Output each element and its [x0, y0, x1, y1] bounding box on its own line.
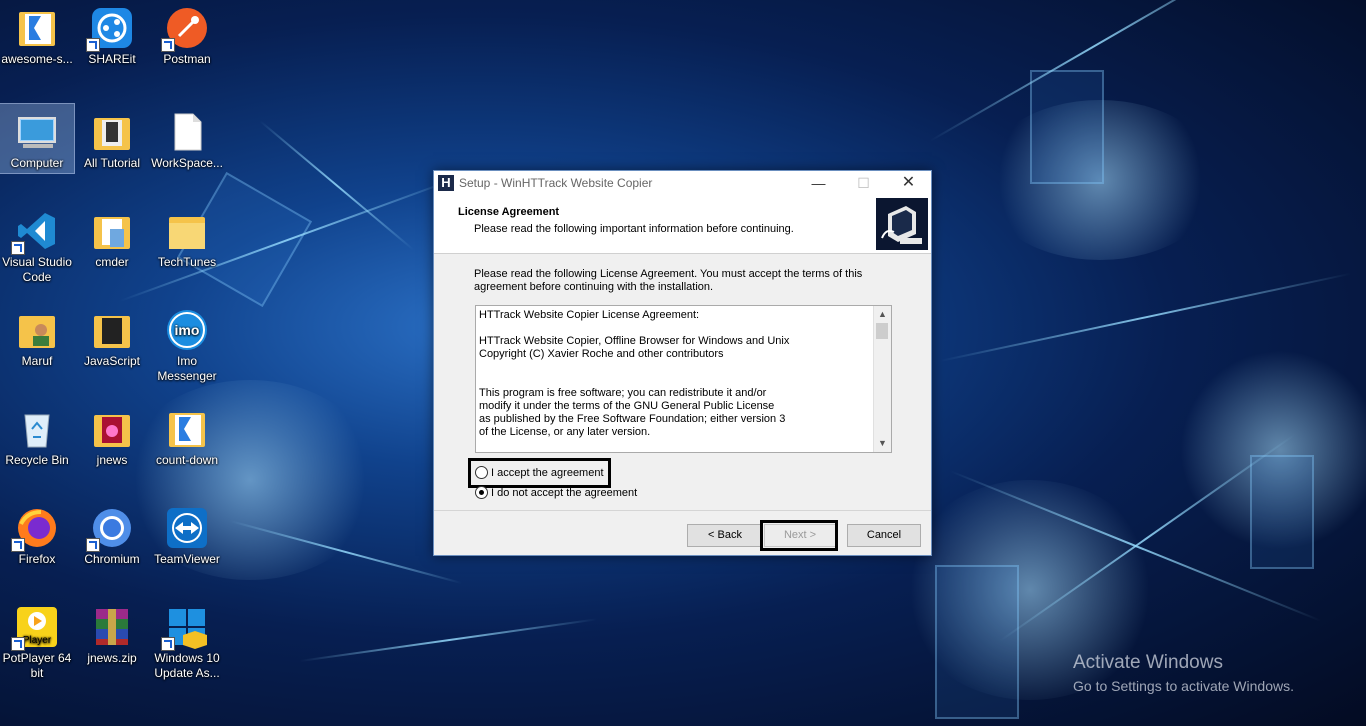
desktop-icon-label: Computer	[10, 156, 64, 170]
desktop-icon-label: WorkSpace...	[151, 156, 223, 170]
kotlin-folder-icon	[19, 12, 55, 46]
kotlin-folder-icon	[169, 413, 205, 447]
desktop-icon-teamviewer[interactable]: TeamViewer	[150, 500, 224, 567]
desktop-icon-label: Recycle Bin	[5, 453, 69, 467]
desktop-icon-label: Maruf	[21, 354, 53, 368]
decline-agreement-radio[interactable]: I do not accept the agreement	[475, 486, 637, 499]
minimize-button[interactable]: —	[796, 171, 841, 195]
cancel-button[interactable]: Cancel	[847, 524, 921, 547]
file-icon	[174, 113, 202, 151]
watermark-subtitle: Go to Settings to activate Windows.	[1073, 678, 1294, 694]
desktop-icon-label: Firefox	[18, 552, 56, 566]
desktop-icon-label: awesome-s...	[1, 52, 73, 66]
httrack-app-icon: H	[438, 175, 454, 191]
recycle-bin-icon	[24, 414, 50, 448]
desktop-icon-recycle-bin[interactable]: Recycle Bin	[0, 401, 74, 468]
installer-logo-icon	[876, 198, 928, 250]
license-textarea[interactable]: HTTrack Website Copier License Agreement…	[475, 305, 892, 453]
footer-divider	[434, 510, 931, 511]
imo-icon: imo	[167, 310, 207, 350]
close-icon: ✕	[901, 174, 916, 191]
dialog-titlebar[interactable]: H Setup - WinHTTrack Website Copier — ☐ …	[434, 171, 931, 195]
folder-icon	[94, 415, 130, 447]
watermark-title: Activate Windows	[1073, 652, 1223, 673]
desktop-icon-maruf[interactable]: Maruf	[0, 302, 74, 369]
desktop-icon-count-down[interactable]: count-down	[150, 401, 224, 468]
desktop-icon-cmder[interactable]: cmder	[75, 203, 149, 270]
accept-radio-label[interactable]: I accept the agreement	[491, 467, 604, 479]
desktop-icon-label: Postman	[163, 52, 211, 66]
desktop-icon-label: jnews	[96, 453, 128, 467]
maximize-button: ☐	[841, 171, 886, 195]
scroll-down-icon[interactable]: ▼	[874, 435, 891, 452]
desktop-icon-label: Imo Messenger	[157, 354, 217, 383]
desktop-icon-label: TeamViewer	[154, 552, 220, 566]
maximize-icon: ☐	[857, 175, 870, 191]
desktop-icon-label: count-down	[155, 453, 219, 467]
desktop-icon-label: cmder	[95, 255, 129, 269]
desktop-icon-label: TechTunes	[157, 255, 217, 269]
desktop-icon-all-tutorial[interactable]: All Tutorial	[75, 104, 149, 171]
desktop-icon-label: JavaScript	[83, 354, 141, 368]
setup-dialog: H Setup - WinHTTrack Website Copier — ☐ …	[433, 170, 932, 556]
license-scrollbar[interactable]: ▲ ▼	[873, 306, 891, 452]
decline-radio-label[interactable]: I do not accept the agreement	[491, 487, 637, 499]
desktop-icon-label: Visual Studio Code	[2, 255, 72, 284]
decline-radio-circle[interactable]	[475, 486, 488, 499]
minimize-icon: —	[811, 175, 826, 191]
desktop-icon-vscode[interactable]: Visual Studio Code	[0, 203, 74, 285]
desktop-icon-jnews-zip[interactable]: jnews.zip	[75, 599, 149, 666]
activate-windows-watermark: Activate Windows Go to Settings to activ…	[1073, 652, 1294, 694]
desktop-icon-workspace[interactable]: WorkSpace...	[150, 104, 224, 171]
winrar-icon	[96, 609, 128, 645]
license-text: HTTrack Website Copier License Agreement…	[479, 309, 790, 438]
desktop-icon-label: SHAREit	[88, 52, 136, 66]
back-button[interactable]: < Back	[687, 524, 763, 547]
svg-text:imo: imo	[175, 322, 200, 338]
computer-icon	[18, 117, 56, 148]
dialog-title: Setup - WinHTTrack Website Copier	[459, 176, 653, 190]
desktop-icon-computer[interactable]: Computer	[0, 103, 75, 174]
scroll-thumb[interactable]	[876, 323, 888, 339]
intro-text: Please read the following License Agreem…	[474, 268, 863, 293]
folder-icon	[94, 217, 130, 249]
desktop-icon-label: All Tutorial	[83, 156, 141, 170]
desktop-icon-postman[interactable]: Postman	[150, 0, 224, 67]
teamviewer-icon	[167, 508, 207, 548]
desktop-icon-label: Chromium	[84, 552, 140, 566]
desktop-icon-awesome[interactable]: awesome-s...	[0, 0, 74, 67]
page-title: License Agreement	[458, 206, 560, 218]
desktop-icon-label: jnews.zip	[87, 651, 137, 665]
desktop-icon-imo[interactable]: imo Imo Messenger	[150, 302, 224, 384]
desktop-icon-label: Windows 10 Update As...	[154, 651, 220, 680]
desktop-icon-techtunes[interactable]: TechTunes	[150, 203, 224, 270]
desktop-icon-javascript[interactable]: JavaScript	[75, 302, 149, 369]
wizard-header: License Agreement Please read the follow…	[434, 195, 931, 254]
desktop-icon-windows-update[interactable]: Windows 10 Update As...	[150, 599, 224, 681]
accept-agreement-radio[interactable]: I accept the agreement	[475, 466, 604, 479]
user-folder-icon	[19, 316, 55, 348]
folder-icon	[169, 217, 205, 249]
desktop-icon-firefox[interactable]: Firefox	[0, 500, 74, 567]
desktop-icon-jnews[interactable]: jnews	[75, 401, 149, 468]
scroll-up-icon[interactable]: ▲	[874, 306, 891, 323]
desktop-icon-shareit[interactable]: SHAREit	[75, 0, 149, 67]
folder-icon	[94, 316, 130, 348]
next-button[interactable]: Next >	[764, 524, 836, 547]
page-subtitle: Please read the following important info…	[474, 223, 794, 235]
close-button[interactable]: ✕	[886, 171, 931, 195]
svg-text:Player: Player	[23, 635, 52, 646]
desktop-icon-chromium[interactable]: Chromium	[75, 500, 149, 567]
desktop-icon-potplayer[interactable]: Player PotPlayer 64 bit	[0, 599, 74, 681]
folder-icon	[94, 118, 130, 150]
accept-radio-circle[interactable]	[475, 466, 488, 479]
desktop-icon-label: PotPlayer 64 bit	[2, 651, 72, 680]
